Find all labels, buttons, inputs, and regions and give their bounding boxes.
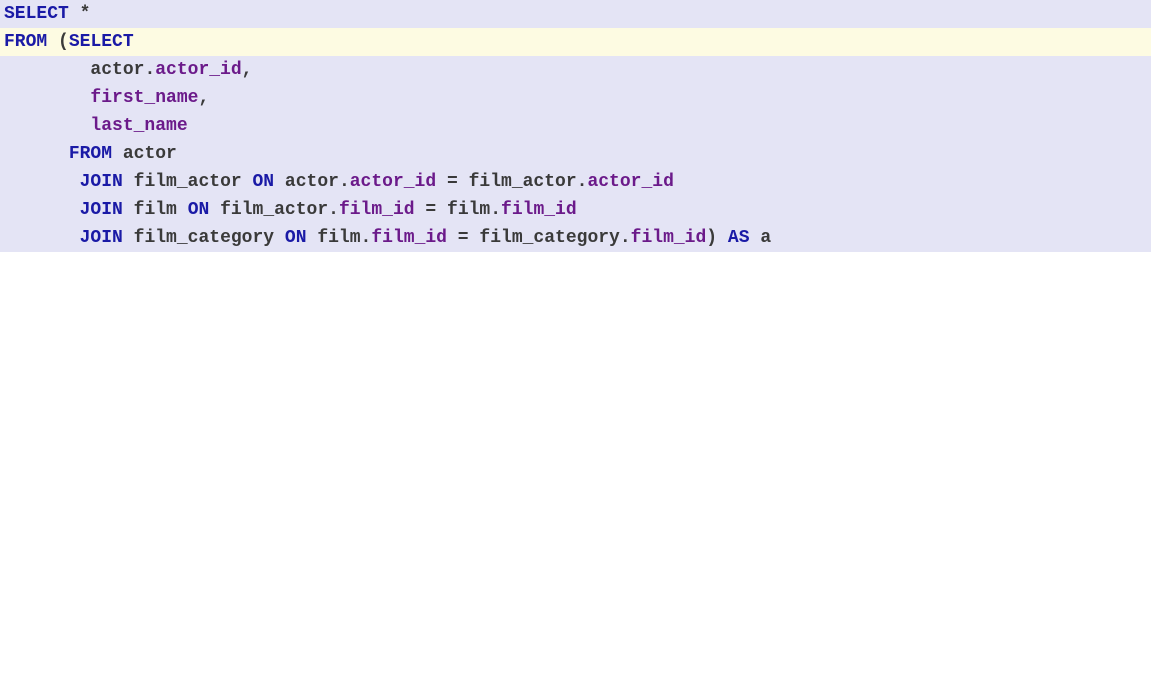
code-line: SELECT * (0, 0, 1151, 28)
paren-close: ) (706, 228, 717, 248)
column-film-id: film_id (339, 200, 415, 220)
keyword-join: JOIN (80, 200, 123, 220)
table-film: film (447, 200, 490, 220)
dot: . (490, 200, 501, 220)
keyword-from: FROM (4, 32, 47, 52)
code-line: JOIN film_category ON film.film_id = fil… (0, 224, 1151, 252)
code-line: FROM actor (0, 140, 1151, 168)
equals: = (458, 228, 469, 248)
column-first-name: first_name (90, 88, 198, 108)
code-line: FROM (SELECT (0, 28, 1151, 56)
column-film-id: film_id (631, 228, 707, 248)
column-film-id: film_id (371, 228, 447, 248)
equals: = (447, 172, 458, 192)
dot: . (620, 228, 631, 248)
code-line: first_name, (0, 84, 1151, 112)
table-actor: actor (90, 60, 144, 80)
star-wildcard: * (80, 4, 91, 24)
keyword-on: ON (188, 200, 210, 220)
table-film-actor: film_actor (220, 200, 328, 220)
code-line: JOIN film ON film_actor.film_id = film.f… (0, 196, 1151, 224)
code-line: JOIN film_actor ON actor.actor_id = film… (0, 168, 1151, 196)
comma: , (242, 60, 253, 80)
table-film-actor: film_actor (469, 172, 577, 192)
dot: . (577, 172, 588, 192)
column-actor-id: actor_id (350, 172, 436, 192)
keyword-select: SELECT (4, 4, 69, 24)
keyword-select: SELECT (69, 32, 134, 52)
code-line: actor.actor_id, (0, 56, 1151, 84)
sql-editor[interactable]: SELECT * FROM (SELECT actor.actor_id, fi… (0, 0, 1151, 252)
equals: = (425, 200, 436, 220)
dot: . (144, 60, 155, 80)
comma: , (198, 88, 209, 108)
keyword-join: JOIN (80, 228, 123, 248)
column-actor-id: actor_id (587, 172, 673, 192)
paren-open: ( (58, 32, 69, 52)
table-film-category: film_category (134, 228, 274, 248)
keyword-join: JOIN (80, 172, 123, 192)
table-actor: actor (285, 172, 339, 192)
keyword-on: ON (285, 228, 307, 248)
keyword-on: ON (253, 172, 275, 192)
table-film-category: film_category (479, 228, 619, 248)
column-film-id: film_id (501, 200, 577, 220)
dot: . (339, 172, 350, 192)
dot: . (328, 200, 339, 220)
keyword-from: FROM (69, 144, 112, 164)
code-line: last_name (0, 112, 1151, 140)
column-last-name: last_name (90, 116, 187, 136)
table-film: film (317, 228, 360, 248)
column-actor-id: actor_id (155, 60, 241, 80)
table-film-actor: film_actor (134, 172, 242, 192)
keyword-as: AS (728, 228, 750, 248)
alias-a: a (760, 228, 771, 248)
table-actor: actor (123, 144, 177, 164)
dot: . (361, 228, 372, 248)
table-film: film (134, 200, 177, 220)
